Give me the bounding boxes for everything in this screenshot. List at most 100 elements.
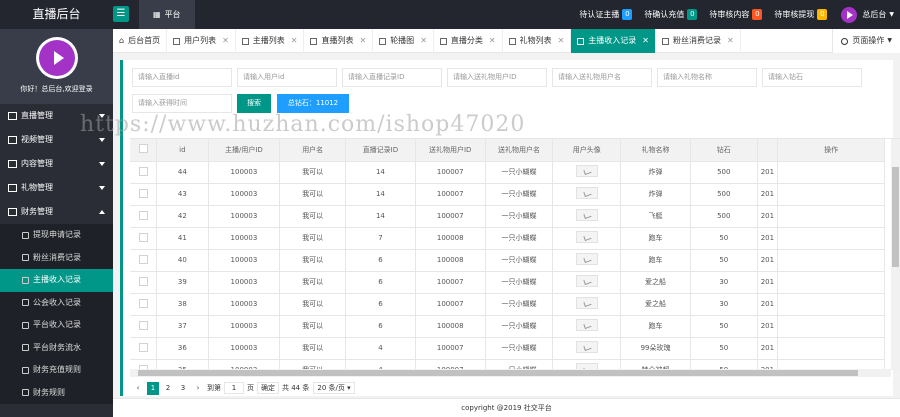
pending-content-link[interactable]: 待审核内容 0 [709, 9, 763, 20]
col-username[interactable]: 用户名 [279, 139, 347, 162]
select-all-cell[interactable] [130, 139, 158, 162]
sidebar-item-withdraw[interactable]: 提现申请记录 [0, 224, 113, 247]
horizontal-scrollbar[interactable] [130, 369, 891, 377]
sender-id-input[interactable]: 请输入送礼物用户ID [447, 68, 547, 87]
prev-page-button[interactable]: ‹ [132, 382, 144, 395]
page-3-button[interactable]: 3 [177, 382, 189, 395]
col-avatar[interactable]: 用户头像 [552, 139, 622, 162]
tab-home[interactable]: ⌂ 后台首页 [113, 29, 168, 53]
tab-gift-list[interactable]: 礼物列表 ✕ [503, 29, 572, 53]
row-checkbox[interactable] [138, 166, 148, 176]
live-record-id-input[interactable]: 请输入直播记录ID [342, 68, 442, 87]
tab-banner[interactable]: 轮播图 ✕ [373, 29, 434, 53]
table-row[interactable]: 40 100003 我可以 6 100008 一只小蝴蝶 跑车 50 201 [130, 249, 885, 272]
sidebar-item-video[interactable]: 视频管理 [0, 128, 113, 152]
tab-anchor-income[interactable]: 主播收入记录 ✕ [571, 29, 656, 53]
pending-anchor-link[interactable]: 待认证主播 0 [579, 9, 633, 20]
menu-toggle-button[interactable]: ☰ [113, 6, 129, 22]
col-sender-id[interactable]: 送礼物用户ID [415, 139, 486, 162]
page-2-button[interactable]: 2 [162, 382, 174, 395]
sidebar-item-guild-income[interactable]: 公会收入记录 [0, 292, 113, 315]
row-checkbox[interactable] [138, 342, 148, 352]
row-checkbox[interactable] [138, 276, 148, 286]
table-row[interactable]: 41 100003 我可以 7 100008 一只小蝴蝶 跑车 50 201 [130, 227, 885, 250]
live-id-input[interactable]: 请输入直播id [132, 68, 232, 87]
image-icon[interactable] [575, 165, 598, 177]
goto-confirm-button[interactable]: 确定 [257, 382, 279, 394]
row-checkbox-cell[interactable] [130, 337, 158, 360]
table-row[interactable]: 36 100003 我可以 4 100007 一只小蝴蝶 99朵玫瑰 50 201 [130, 337, 885, 360]
page-number-input[interactable]: 1 [224, 382, 244, 394]
close-icon[interactable]: ✕ [222, 29, 229, 53]
tab-anchor-list[interactable]: 主播列表 ✕ [236, 29, 305, 53]
top-module-tab[interactable]: ▦ 平台 [139, 0, 195, 29]
tab-live-list[interactable]: 直播列表 ✕ [304, 29, 374, 53]
sidebar-item-platform-flow[interactable]: 平台财务流水 [0, 337, 113, 360]
gift-name-input[interactable]: 请输入礼物名称 [657, 68, 757, 87]
time-input[interactable]: 请输入获得时间 [132, 94, 232, 113]
sidebar-item-platform-income[interactable]: 平台收入记录 [0, 314, 113, 337]
user-id-input[interactable]: 请输入用户id [237, 68, 337, 87]
image-icon[interactable] [575, 319, 598, 331]
image-icon[interactable] [575, 209, 598, 221]
sidebar-item-fan-consume[interactable]: 粉丝消费记录 [0, 247, 113, 270]
close-icon[interactable]: ✕ [420, 29, 427, 53]
sidebar-item-anchor-income[interactable]: 主播收入记录 [0, 269, 113, 292]
row-checkbox-cell[interactable] [130, 271, 158, 294]
tab-fan-consume[interactable]: 粉丝消费记录 ✕ [656, 29, 741, 53]
page-operation-menu[interactable]: 页面操作 ▼ [832, 29, 900, 53]
col-anchor-id[interactable]: 主播/用户ID [208, 139, 281, 162]
user-menu[interactable]: 总后台 [862, 9, 886, 20]
pending-recharge-link[interactable]: 待确认充值 0 [644, 9, 698, 20]
sidebar-item-content[interactable]: 内容管理 [0, 152, 113, 176]
table-row[interactable]: 38 100003 我可以 6 100007 一只小蝴蝶 爱之船 30 201 [130, 293, 885, 316]
col-gift-name[interactable]: 礼物名称 [620, 139, 691, 162]
vertical-scrollbar-thumb[interactable] [892, 167, 899, 267]
table-row[interactable]: 43 100003 我可以 14 100007 一只小蝴蝶 炸弹 500 201 [130, 183, 885, 206]
row-checkbox[interactable] [138, 254, 148, 264]
row-checkbox-cell[interactable] [130, 161, 158, 184]
row-checkbox[interactable] [138, 232, 148, 242]
sidebar-item-finance[interactable]: 财务管理 [0, 200, 113, 224]
select-all-checkbox[interactable] [138, 144, 148, 154]
table-row[interactable]: 37 100003 我可以 6 100008 一只小蝴蝶 跑车 50 201 [130, 315, 885, 338]
tab-user-list[interactable]: 用户列表 ✕ [167, 29, 236, 53]
close-icon[interactable]: ✕ [489, 29, 496, 53]
close-icon[interactable]: ✕ [642, 29, 649, 53]
total-diamond-button[interactable]: 总钻石：11012 [277, 94, 349, 113]
image-icon[interactable] [575, 341, 598, 353]
next-page-button[interactable]: › [192, 382, 204, 395]
col-time[interactable] [757, 139, 779, 162]
search-button[interactable]: 搜索 [237, 94, 271, 113]
row-checkbox-cell[interactable] [130, 293, 158, 316]
close-icon[interactable]: ✕ [359, 29, 366, 53]
image-icon[interactable] [575, 297, 598, 309]
image-icon[interactable] [575, 275, 598, 287]
close-icon[interactable]: ✕ [558, 29, 565, 53]
sidebar-item-gift[interactable]: 礼物管理 [0, 176, 113, 200]
sidebar-item-recharge-rule[interactable]: 财务充值规则 [0, 359, 113, 382]
row-checkbox-cell[interactable] [130, 227, 158, 250]
col-record-id[interactable]: 直播记录ID [345, 139, 416, 162]
row-checkbox-cell[interactable] [130, 315, 158, 338]
page-1-button[interactable]: 1 [147, 381, 159, 395]
user-avatar[interactable] [841, 6, 858, 23]
sidebar-item-live[interactable]: 直播管理 [0, 104, 113, 128]
sidebar-item-finance-rule[interactable]: 财务规则 [0, 382, 113, 405]
page-size-select[interactable]: 20 条/页 ▾ [313, 382, 355, 394]
col-diamond[interactable]: 钻石 [690, 139, 758, 162]
col-id[interactable]: id [156, 139, 209, 162]
pending-withdraw-link[interactable]: 待审核提现 0 [774, 9, 828, 20]
row-checkbox-cell[interactable] [130, 249, 158, 272]
close-icon[interactable]: ✕ [291, 29, 298, 53]
horizontal-scrollbar-thumb[interactable] [138, 370, 858, 376]
table-row[interactable]: 44 100003 我可以 14 100007 一只小蝴蝶 炸弹 500 201 [130, 161, 885, 184]
row-checkbox-cell[interactable] [130, 183, 158, 206]
image-icon[interactable] [575, 253, 598, 265]
vertical-scrollbar[interactable] [891, 139, 900, 370]
row-checkbox[interactable] [138, 320, 148, 330]
sender-name-input[interactable]: 请输入送礼物用户名 [552, 68, 652, 87]
image-icon[interactable] [575, 231, 598, 243]
table-row[interactable]: 42 100003 我可以 14 100007 一只小蝴蝶 飞艇 500 201 [130, 205, 885, 228]
tab-live-category[interactable]: 直播分类 ✕ [434, 29, 503, 53]
